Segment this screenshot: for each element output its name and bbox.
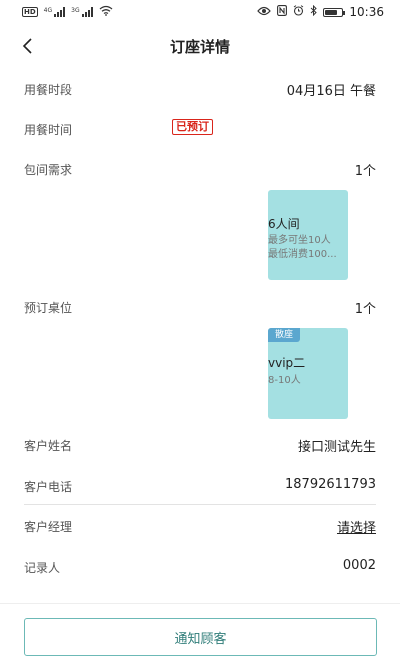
section-divider <box>24 504 376 505</box>
bluetooth-icon <box>310 4 318 19</box>
nav-bar: 订座详情 <box>0 24 400 68</box>
table-card-capacity: 8-10人 <box>268 375 301 386</box>
table-card-name: vvip二 <box>268 356 306 370</box>
table-booking-label: 预订桌位 <box>24 301 73 315</box>
recorder-value: 0002 <box>342 558 376 573</box>
hd-badge: HD <box>22 7 38 17</box>
status-bar-right: 10:36 <box>257 4 384 19</box>
status-time: 10:36 <box>349 5 384 19</box>
customer-name-label: 客户姓名 <box>24 439 73 453</box>
room-card-min-spend: 最低消费100... <box>268 249 337 260</box>
room-card-name: 6人间 <box>268 217 300 231</box>
room-request-label: 包间需求 <box>24 163 73 177</box>
nfc-icon <box>277 5 288 19</box>
room-card[interactable]: 6人间 最多可坐10人 最低消费100... <box>268 190 348 280</box>
manager-label: 客户经理 <box>24 520 73 534</box>
eye-icon <box>257 6 272 19</box>
meal-period-value: 04月16日 午餐 <box>286 84 376 99</box>
page-title: 订座详情 <box>169 38 230 56</box>
notify-customer-button[interactable]: 通知顾客 <box>24 618 377 656</box>
customer-phone-value: 18792611793 <box>285 477 376 492</box>
customer-phone-label: 客户电话 <box>24 480 73 494</box>
reserved-status-badge: 已预订 <box>172 119 213 135</box>
recorder-label: 记录人 <box>24 561 61 575</box>
network-type-label-secondary: 3G <box>71 7 80 14</box>
table-card[interactable]: 散座 vvip二 8-10人 <box>268 328 348 419</box>
table-booking-count: 1个 <box>354 302 376 317</box>
status-bar-left: HD 4G 3G <box>22 5 113 19</box>
signal-icon-secondary: 3G <box>71 7 93 17</box>
manager-select[interactable]: 请选择 <box>337 517 376 536</box>
battery-icon <box>323 7 346 17</box>
network-type-label: 4G <box>43 7 53 14</box>
signal-icon: 4G <box>43 7 66 17</box>
room-card-capacity: 最多可坐10人 <box>268 235 331 246</box>
bottom-divider <box>0 603 400 604</box>
meal-time-label: 用餐时间 <box>24 123 73 137</box>
room-request-count: 1个 <box>354 164 376 179</box>
wifi-icon <box>99 5 113 19</box>
table-card-tag: 散座 <box>268 328 300 342</box>
customer-name-value: 接口测试先生 <box>297 440 376 455</box>
alarm-icon <box>293 5 304 19</box>
meal-period-label: 用餐时段 <box>24 83 73 97</box>
status-bar: HD 4G 3G 10:36 <box>0 0 400 24</box>
